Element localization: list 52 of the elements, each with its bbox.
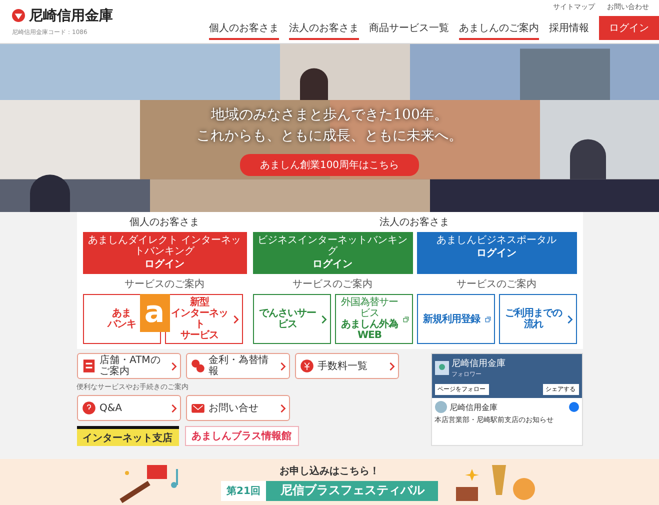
logo-text[interactable]: 尼崎信用金庫 bbox=[29, 6, 113, 24]
service-link[interactable]: サービスのご案内 bbox=[416, 277, 576, 291]
chevron-icon bbox=[280, 362, 286, 370]
nav-item[interactable]: あましんのご案内 bbox=[459, 21, 539, 40]
circles-icon bbox=[190, 358, 206, 374]
banner[interactable]: インターネット支店 bbox=[76, 426, 178, 446]
logo-icon bbox=[12, 9, 25, 22]
login-box[interactable]: あましんダイレクト インターネットバンキング ログイン bbox=[82, 232, 246, 274]
quick-link[interactable]: 金利・為替情報 bbox=[186, 353, 290, 379]
post-author[interactable]: 尼崎信用金庫 bbox=[450, 402, 498, 412]
page-avatar-icon bbox=[434, 361, 448, 375]
annotation-tooltip: a bbox=[140, 294, 170, 332]
quick-link[interactable]: 手数料一覧 bbox=[294, 353, 398, 379]
chevron-icon bbox=[320, 314, 326, 324]
service-link[interactable]: サービスのご案内 bbox=[252, 277, 412, 291]
chevron-icon bbox=[170, 404, 176, 412]
service-button[interactable]: 外国為替サービス あましん外為WEB bbox=[334, 294, 412, 344]
facebook-icon bbox=[568, 402, 578, 412]
chevron-icon bbox=[388, 362, 394, 370]
building-icon bbox=[80, 358, 96, 374]
banner[interactable]: あましんブラス情報館 bbox=[184, 426, 298, 446]
service-button[interactable]: 新型 インターネット サービス bbox=[164, 294, 242, 344]
window-icon bbox=[484, 314, 490, 324]
hero-headline: 地域のみなさまと歩んできた100年。 bbox=[211, 106, 448, 124]
service-button[interactable]: ご利用までの流れ bbox=[498, 294, 576, 344]
quick-link[interactable]: Q&A bbox=[76, 395, 180, 421]
nav-item[interactable]: 法人のお客さま bbox=[289, 21, 359, 40]
service-button[interactable]: でんさいサービス bbox=[252, 294, 330, 344]
chevron-icon bbox=[232, 314, 238, 324]
yen-icon bbox=[298, 358, 314, 374]
page-name[interactable]: 尼崎信用金庫 bbox=[452, 357, 506, 370]
chevron-icon bbox=[280, 404, 286, 412]
quick-link[interactable]: 店舗・ATMのご案内 bbox=[76, 353, 180, 379]
nav-item[interactable]: 商品サービス一覧 bbox=[369, 21, 449, 40]
chevron-icon bbox=[566, 314, 572, 324]
chevron-icon bbox=[170, 362, 176, 370]
login-button[interactable]: ログイン bbox=[599, 16, 659, 40]
section-title: 法人のお客さま bbox=[380, 216, 450, 229]
quick-link[interactable]: お問い合せ bbox=[186, 395, 290, 421]
author-avatar-icon bbox=[434, 401, 446, 413]
question-icon bbox=[80, 400, 96, 416]
window-icon bbox=[402, 314, 408, 324]
nav-item[interactable]: 採用情報 bbox=[549, 21, 589, 40]
anniversary-button[interactable]: あましん創業100周年はこちら bbox=[240, 154, 420, 176]
service-link[interactable]: サービスのご案内 bbox=[82, 277, 246, 291]
section-title: 個人のお客さま bbox=[130, 216, 200, 229]
login-box[interactable]: ビジネスインターネットバンキング ログイン bbox=[252, 232, 412, 274]
hero-headline: これからも、ともに成長、ともに未来へ。 bbox=[196, 127, 462, 145]
apply-heading: お申し込みはこちら！ bbox=[279, 464, 380, 478]
login-box[interactable]: あましんビジネスポータル ログイン bbox=[416, 232, 576, 274]
service-button[interactable]: 新規利用登録 bbox=[416, 294, 494, 344]
nav-item[interactable]: 個人のお客さま bbox=[209, 21, 279, 40]
